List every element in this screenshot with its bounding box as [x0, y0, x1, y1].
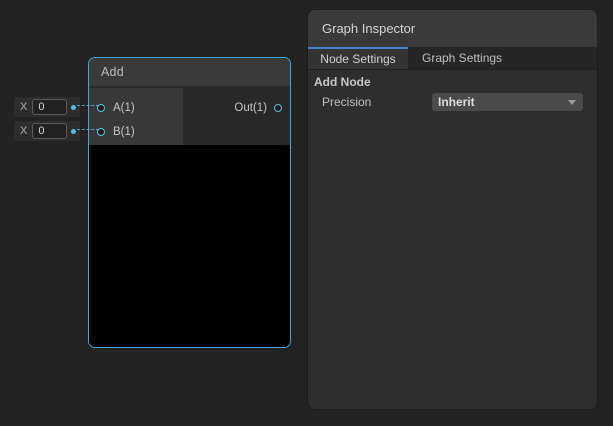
tab-graph-settings[interactable]: Graph Settings	[408, 47, 516, 69]
output-port-out: Out(1)	[183, 96, 290, 120]
edge-start-dot-icon	[71, 105, 76, 110]
x-label: X	[20, 101, 27, 113]
inspector-content: Add Node Precision Inherit	[308, 75, 597, 111]
tab-node-settings[interactable]: Node Settings	[308, 47, 408, 69]
add-node[interactable]: Add A(1) B(1) Out(1)	[88, 57, 291, 348]
default-input-b: X	[14, 121, 80, 141]
precision-dropdown-value: Inherit	[432, 95, 475, 109]
node-port-area: A(1) B(1) Out(1)	[89, 88, 290, 145]
value-b-field[interactable]	[32, 123, 67, 139]
section-title: Add Node	[314, 75, 597, 89]
precision-field-row: Precision Inherit	[308, 93, 597, 111]
x-label: X	[20, 125, 27, 137]
precision-label: Precision	[322, 95, 432, 109]
precision-dropdown[interactable]: Inherit	[432, 93, 583, 111]
inspector-tab-strip: Node Settings Graph Settings	[308, 47, 597, 70]
port-b-label: B(1)	[113, 126, 135, 138]
input-port-b: B(1)	[89, 120, 183, 144]
value-a-field[interactable]	[32, 99, 67, 115]
input-port-a: A(1)	[89, 96, 183, 120]
edge-start-dot-icon	[71, 129, 76, 134]
edge-b-dashed-line	[77, 129, 99, 130]
port-a-label: A(1)	[113, 102, 135, 114]
node-input-ports: A(1) B(1)	[89, 88, 183, 145]
chevron-down-icon	[568, 100, 576, 105]
port-out-connector-icon[interactable]	[274, 104, 282, 112]
inspector-title[interactable]: Graph Inspector	[308, 10, 597, 47]
graph-inspector-panel: Graph Inspector Node Settings Graph Sett…	[308, 10, 597, 409]
port-out-label: Out(1)	[234, 102, 267, 114]
node-preview	[89, 145, 290, 348]
node-output-ports: Out(1)	[183, 88, 290, 145]
edge-a-dashed-line	[77, 105, 99, 106]
node-title[interactable]: Add	[89, 58, 290, 86]
default-input-a: X	[14, 97, 80, 117]
